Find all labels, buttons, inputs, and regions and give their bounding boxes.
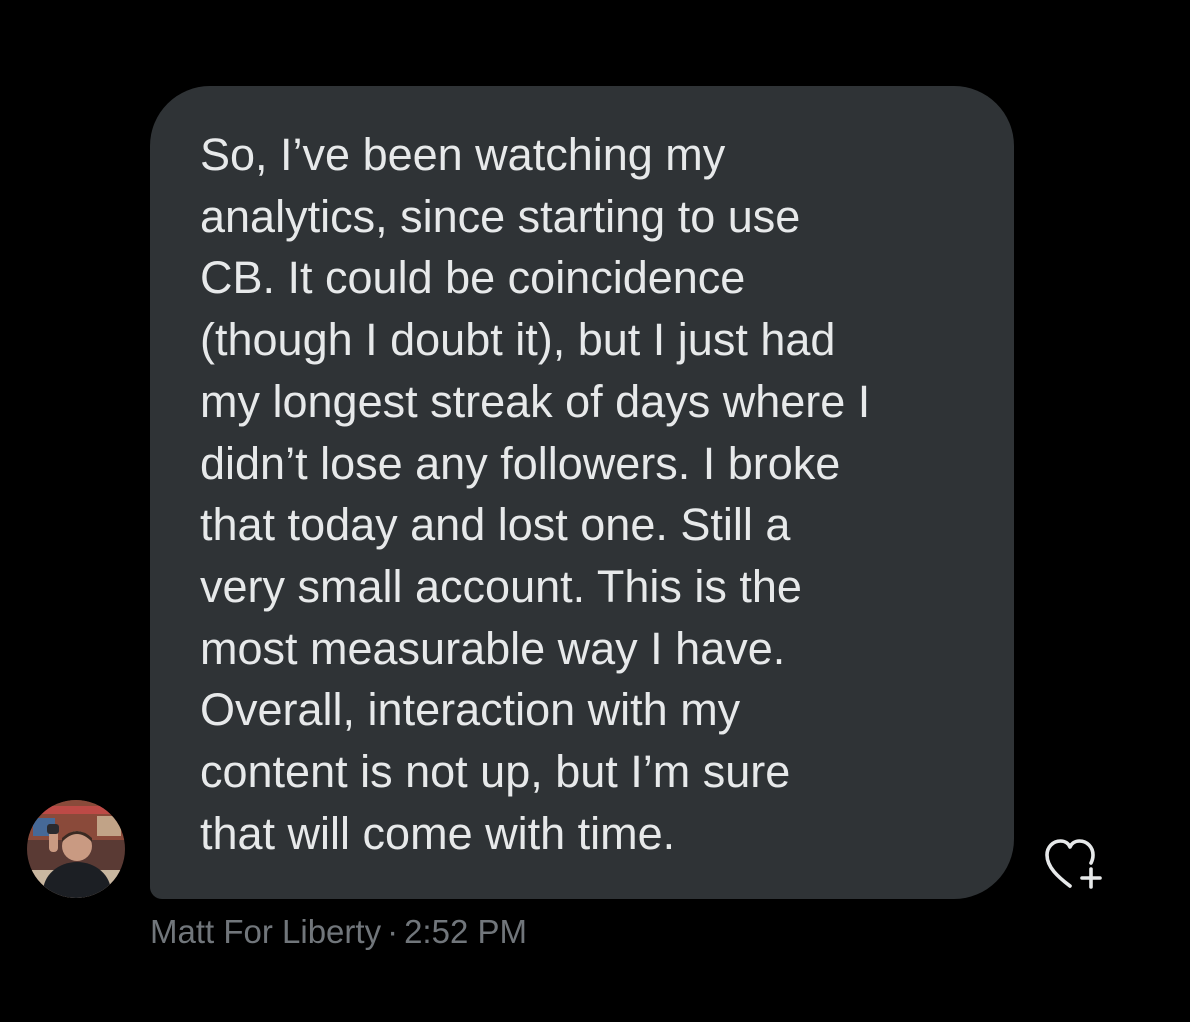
message-text-line: Overall, interaction with my — [200, 684, 741, 736]
message-text-line: didn’t lose any followers. I broke — [200, 437, 841, 489]
message-text-line: analytics, since starting to use — [200, 190, 801, 242]
message-timestamp: 2:52 PM — [404, 913, 527, 950]
react-button[interactable] — [1040, 834, 1110, 894]
message-text-line: my longest streak of days where I — [200, 375, 871, 427]
sender-name[interactable]: Matt For Liberty — [150, 913, 381, 950]
message-text-line: that today and lost one. Still a — [200, 499, 791, 551]
heart-plus-icon — [1045, 839, 1102, 889]
message-bubble[interactable]: So, I’ve been watching my analytics, sin… — [150, 86, 1014, 899]
message-text-line: most measurable way I have. — [200, 622, 786, 674]
message-text-line: content is not up, but I’m sure — [200, 746, 791, 798]
avatar[interactable] — [27, 800, 125, 898]
meta-separator: · — [387, 913, 399, 950]
message-text-line: CB. It could be coincidence — [200, 252, 746, 304]
message-meta: Matt For Liberty · 2:52 PM — [150, 912, 527, 952]
avatar-photo-icon — [27, 800, 125, 898]
message-text-line: very small account. This is the — [200, 560, 802, 612]
message-text-line: (though I doubt it), but I just had — [200, 314, 836, 366]
message-text-line: that will come with time. — [200, 807, 676, 859]
message-text-line: So, I’ve been watching my — [200, 129, 726, 180]
